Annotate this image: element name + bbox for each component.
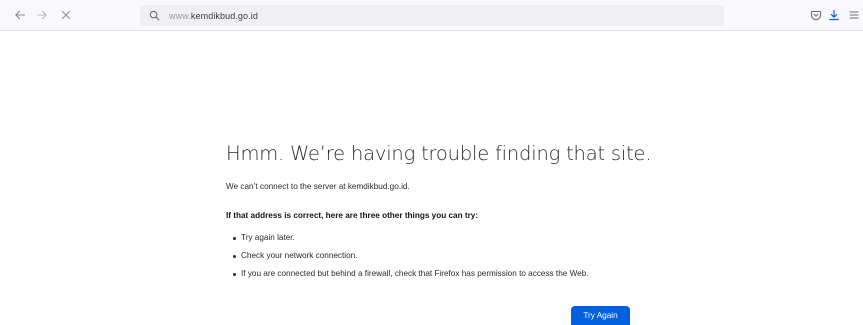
suggestion-text: If you are connected but behind a firewa…: [241, 269, 589, 278]
arrow-left-icon: [15, 10, 26, 20]
back-button[interactable]: [11, 6, 29, 24]
suggestion-list: Try again later. Check your network conn…: [226, 232, 646, 280]
suggestion-item: Check your network connection.: [233, 250, 646, 262]
bullet-icon: [233, 254, 236, 258]
suggestion-text: Check your network connection.: [241, 251, 358, 260]
search-icon: [149, 10, 160, 21]
bullet-icon: [233, 236, 236, 240]
error-title: Hmm. We’re having trouble finding that s…: [226, 142, 652, 165]
suggestion-item: Try again later.: [233, 232, 646, 244]
forward-button[interactable]: [33, 6, 51, 24]
pocket-icon: [810, 10, 822, 21]
url-bar[interactable]: www.kemdikbud.go.id: [140, 5, 724, 26]
downloads-button[interactable]: [827, 8, 841, 22]
stop-loading-button[interactable]: [57, 6, 75, 24]
bullet-icon: [233, 272, 236, 276]
arrow-right-icon: [36, 10, 47, 20]
browser-toolbar: www.kemdikbud.go.id: [0, 0, 863, 31]
pocket-button[interactable]: [809, 8, 823, 22]
hamburger-menu-icon: [849, 11, 859, 19]
error-page: Hmm. We’re having trouble finding that s…: [226, 140, 652, 286]
url-domain: kemdikbud.go.id: [190, 10, 258, 21]
suggestion-text: Try again later.: [241, 233, 295, 242]
error-description: We can’t connect to the server at kemdik…: [226, 182, 410, 191]
suggestion-item: If you are connected but behind a firewa…: [233, 268, 646, 280]
download-icon: [829, 9, 839, 21]
try-again-button[interactable]: Try Again: [571, 306, 630, 325]
app-menu-button[interactable]: [847, 8, 861, 22]
url-prefix: www.: [169, 10, 191, 21]
error-subheading: If that address is correct, here are thr…: [226, 211, 479, 220]
close-icon: [61, 10, 71, 20]
url-text[interactable]: www.kemdikbud.go.id: [169, 11, 258, 21]
